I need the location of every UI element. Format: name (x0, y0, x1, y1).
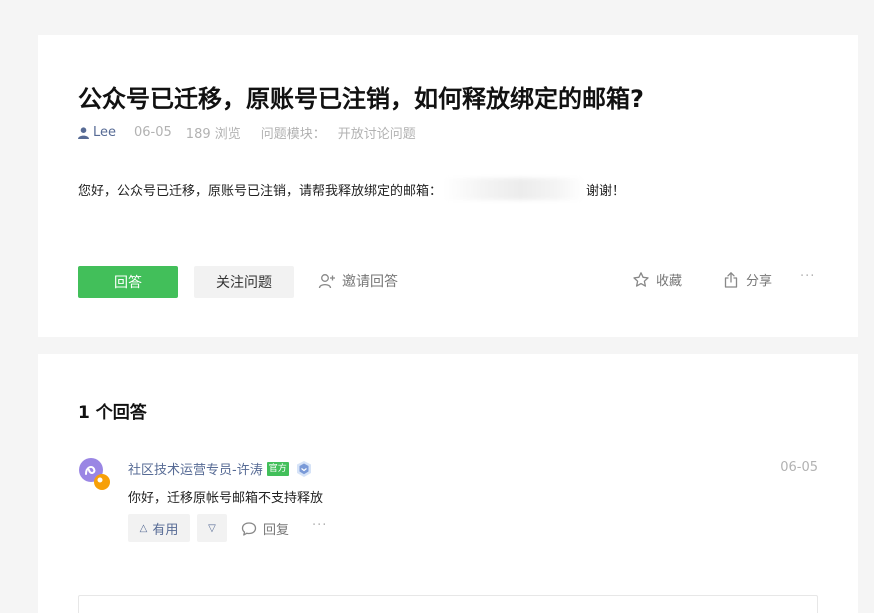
answer-author-avatar[interactable] (78, 457, 114, 493)
invite-answer-label: 邀请回答 (342, 274, 398, 290)
question-module-label: 问题模块： (260, 127, 326, 142)
official-badge: 官方 (266, 461, 289, 476)
answers-card: 1 个回答 社区技术运营专员-许涛 官方 06-05 你好，迁移原帐号邮箱不支持… (38, 354, 858, 613)
question-card: 公众号已迁移，原账号已注销，如何释放绑定的邮箱? Lee 06-05 189 浏… (38, 35, 858, 337)
comment-icon (241, 521, 257, 536)
invite-user-icon (318, 274, 335, 289)
downvote-button[interactable]: ▽ (197, 514, 227, 542)
question-meta: Lee 06-05 189 浏览 问题模块： 开放讨论问题 (78, 123, 416, 142)
reply-button[interactable]: 回复 (241, 519, 289, 538)
follow-question-button[interactable]: 关注问题 (194, 266, 294, 298)
question-body: 您好，公众号已迁移，原账号已注销，请帮我释放绑定的邮箱： 谢谢！ (78, 178, 625, 200)
share-button[interactable]: 分享 (722, 270, 772, 289)
comment-input-box[interactable] (78, 595, 818, 613)
question-views: 189 浏览 (185, 127, 241, 142)
answer-button[interactable]: 回答 (78, 266, 178, 298)
upvote-icon: △ (139, 522, 148, 534)
question-body-suffix: 谢谢！ (586, 183, 626, 199)
answer-text: 你好，迁移原帐号邮箱不支持释放 (128, 491, 324, 506)
question-author[interactable]: Lee (78, 125, 116, 140)
verified-shield-icon (296, 460, 311, 477)
favorite-label: 收藏 (656, 274, 683, 289)
share-icon (724, 271, 738, 288)
question-author-name: Lee (93, 125, 117, 140)
question-title: 公众号已迁移，原账号已注销，如何释放绑定的邮箱? (78, 85, 644, 113)
answer-author-name[interactable]: 社区技术运营专员-许涛 (128, 459, 263, 478)
question-module-link[interactable]: 开放讨论问题 (338, 123, 416, 142)
invite-answer-button[interactable]: 邀请回答 (318, 271, 398, 291)
user-icon (78, 126, 89, 139)
question-body-text: 您好，公众号已迁移，原账号已注销，请帮我释放绑定的邮箱： (78, 183, 443, 199)
upvote-button[interactable]: △ 有用 (128, 514, 190, 542)
star-icon (633, 271, 649, 287)
question-date: 06-05 (134, 125, 172, 140)
favorite-button[interactable]: 收藏 (632, 270, 682, 289)
answers-count-heading: 1 个回答 (78, 403, 147, 423)
answer-author: 社区技术运营专员-许涛 官方 (128, 459, 313, 478)
question-more-button[interactable]: ··· (800, 269, 815, 284)
redacted-email (444, 178, 585, 200)
reply-label: 回复 (263, 523, 290, 538)
downvote-icon: ▽ (208, 522, 216, 534)
answer-more-button[interactable]: ··· (312, 518, 327, 533)
share-label: 分享 (746, 274, 773, 289)
upvote-label: 有用 (152, 522, 179, 538)
answer-date: 06-05 (780, 460, 818, 475)
